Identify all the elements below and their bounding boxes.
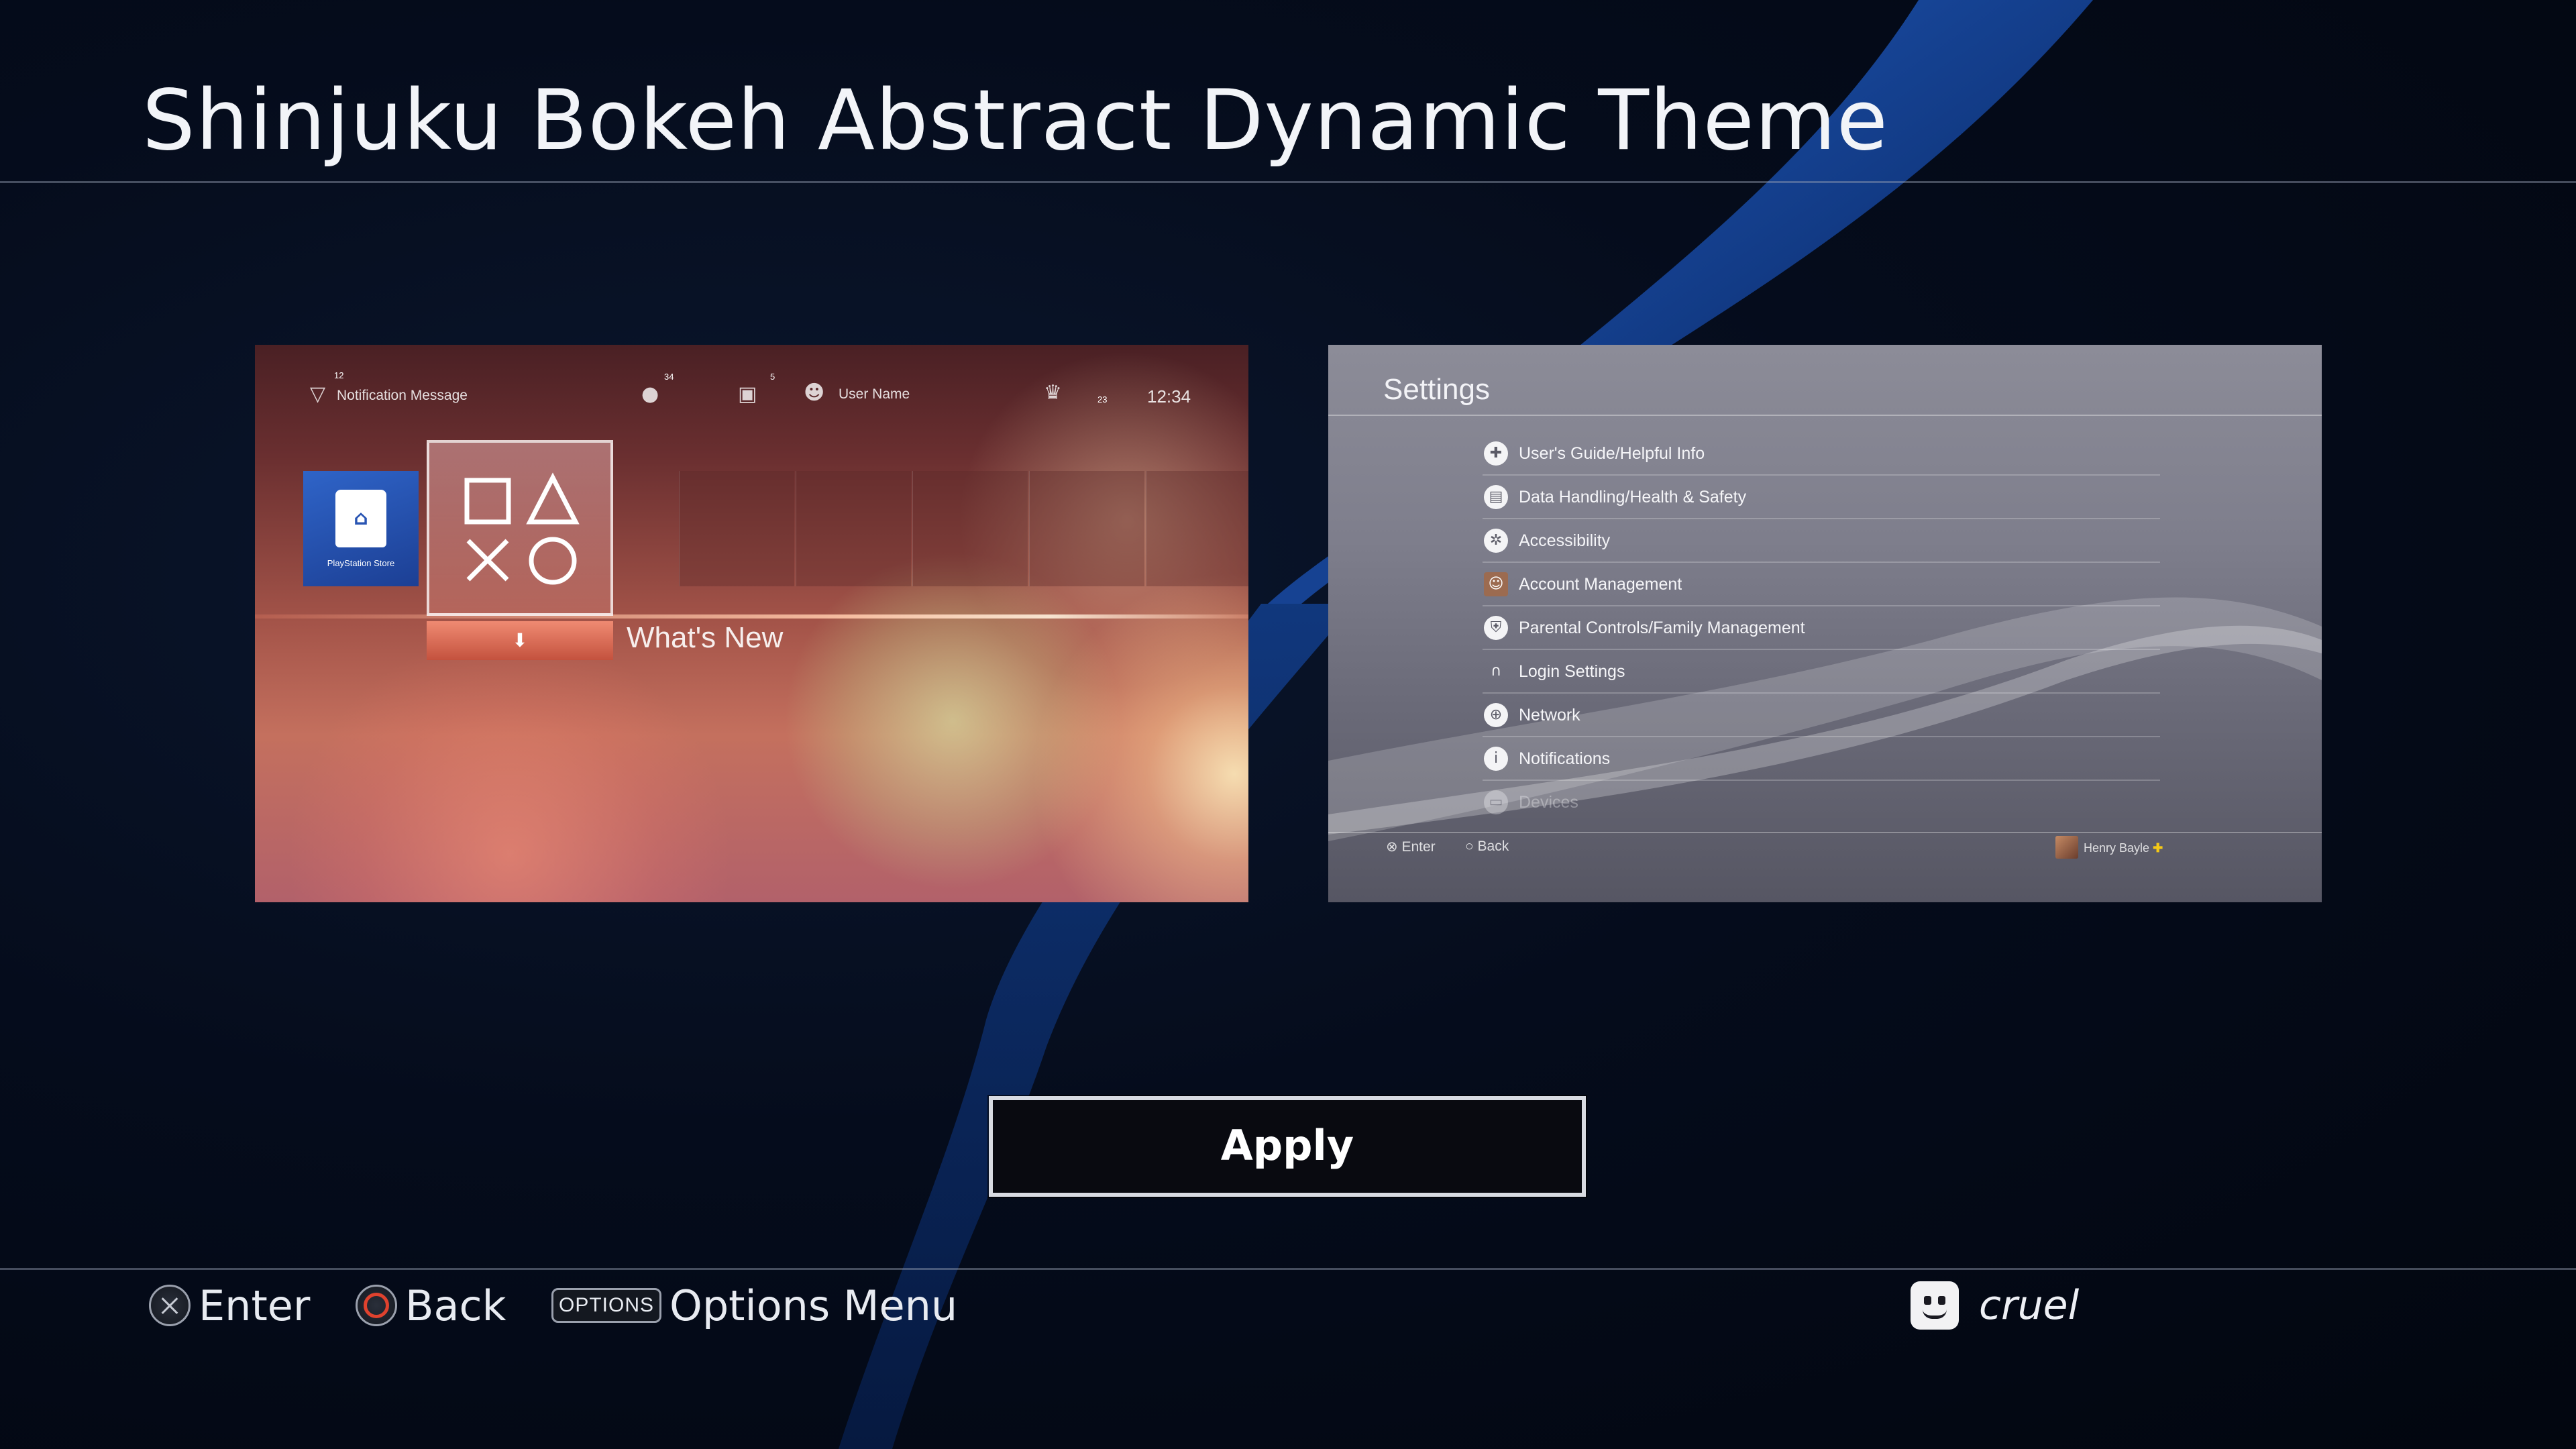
ps-plus-icon: ✚: [2153, 841, 2163, 855]
settings-item-label: Network: [1519, 706, 1580, 724]
friends-count: 34: [664, 372, 674, 382]
content-tile: [912, 471, 1028, 586]
notification-icon: ▽: [310, 382, 326, 406]
data-icon: ▤: [1484, 485, 1508, 509]
settings-footer-enter: ⊗ Enter: [1386, 839, 1436, 855]
settings-footer-enter-label: Enter: [1401, 839, 1436, 855]
hint-options-label: Options Menu: [669, 1281, 958, 1330]
store-bag-icon: ⌂: [335, 490, 386, 547]
settings-item-label: Login Settings: [1519, 662, 1625, 681]
content-tile: [1146, 471, 1248, 586]
settings-footer-user-name: Henry Bayle: [2084, 841, 2150, 855]
settings-item: ∩ Login Settings: [1483, 650, 2160, 694]
settings-item: ⊕ Network: [1483, 694, 2160, 737]
user-name-label: User Name: [839, 386, 910, 402]
store-label: PlayStation Store: [327, 558, 395, 568]
settings-item-label: User's Guide/Helpful Info: [1519, 444, 1705, 463]
clock: 12:34: [1147, 386, 1191, 407]
user-name: cruel: [1979, 1282, 2080, 1329]
messages-icon: ▣: [738, 382, 757, 406]
settings-item: i Notifications: [1483, 737, 2160, 781]
settings-item: ▭ Devices: [1483, 781, 2160, 824]
account-icon: ☺: [1484, 572, 1508, 596]
home-screen-preview: ▽ 12 Notification Message ● 34 ▣ 5 ☻ Use…: [255, 345, 1248, 902]
settings-item: ☺ Account Management: [1483, 563, 2160, 606]
devices-icon: ▭: [1484, 790, 1508, 814]
header-divider: [0, 181, 2576, 183]
user-avatar-icon: [1911, 1281, 1959, 1330]
selected-tile-bar: ⬇: [427, 621, 613, 660]
settings-item: ✲ Accessibility: [1483, 519, 2160, 563]
selected-item-label: What's New: [627, 621, 784, 654]
settings-item: ⛨ Parental Controls/Family Management: [1483, 606, 2160, 650]
settings-footer-divider: [1328, 832, 2322, 833]
wave-band-upper: [1543, 0, 2093, 376]
settings-item: ▤ Data Handling/Health & Safety: [1483, 476, 2160, 519]
messages-count: 5: [770, 372, 775, 382]
settings-item-label: Data Handling/Health & Safety: [1519, 488, 1747, 506]
settings-footer-back: ○ Back: [1465, 839, 1509, 854]
parental-icon: ⛨: [1484, 616, 1508, 640]
playstation-shapes-icon: [464, 472, 580, 585]
friends-icon: ●: [641, 382, 659, 406]
trophy-icon: ♛: [1044, 381, 1062, 405]
settings-user-avatar: [2055, 836, 2078, 859]
settings-item-label: Notifications: [1519, 749, 1611, 768]
settings-item-label: Account Management: [1519, 575, 1682, 594]
content-tile: [796, 471, 911, 586]
settings-item: ✚ User's Guide/Helpful Info: [1483, 432, 2160, 476]
settings-footer-user: Henry Bayle ✚: [2084, 841, 2163, 855]
settings-footer-back-label: Back: [1477, 839, 1509, 854]
hint-options: OPTIONS Options Menu: [551, 1281, 957, 1330]
options-button-icon: OPTIONS: [551, 1288, 662, 1323]
user-face-icon: ☻: [804, 381, 825, 405]
globe-icon: ⊕: [1484, 703, 1508, 727]
whats-new-tile: [427, 440, 613, 616]
login-icon: ∩: [1490, 663, 1502, 680]
content-tile: [679, 471, 794, 586]
cross-button-icon: [149, 1285, 191, 1326]
settings-title: Settings: [1383, 373, 1490, 406]
info-icon: i: [1484, 747, 1508, 771]
trophy-level: 23: [1097, 394, 1108, 405]
hint-back: Back: [356, 1281, 506, 1330]
footer-divider: [0, 1268, 2576, 1270]
settings-list: ✚ User's Guide/Helpful Info ▤ Data Handlin…: [1483, 432, 2160, 824]
theme-detail-screen: Shinjuku Bokeh Abstract Dynamic Theme ▽ …: [0, 0, 2576, 1449]
page-title: Shinjuku Bokeh Abstract Dynamic Theme: [142, 72, 1888, 169]
content-tile: [1029, 471, 1144, 586]
hint-enter-label: Enter: [199, 1281, 311, 1330]
settings-screen-preview: Settings ✚ User's Guide/Helpful Info ▤ Dat…: [1328, 345, 2322, 902]
highlight-glow-line: [255, 614, 1248, 619]
circle-button-icon: [356, 1285, 397, 1326]
accessibility-icon: ✲: [1484, 529, 1508, 553]
arrow-down-icon: ⬇: [512, 629, 528, 651]
help-icon: ✚: [1484, 441, 1508, 466]
notification-count: 12: [334, 370, 344, 380]
settings-item-label: Parental Controls/Family Management: [1519, 619, 1805, 637]
settings-item-label: Devices: [1519, 793, 1578, 812]
preview-status-bar: ▽ 12 Notification Message ● 34 ▣ 5 ☻ Use…: [255, 345, 1248, 445]
current-user: cruel: [1911, 1279, 2079, 1332]
hint-back-label: Back: [405, 1281, 506, 1330]
hint-enter: Enter: [149, 1281, 310, 1330]
notification-message: Notification Message: [337, 388, 468, 403]
apply-button[interactable]: Apply: [987, 1095, 1587, 1198]
settings-header-divider: [1328, 415, 2322, 416]
settings-item-label: Accessibility: [1519, 531, 1611, 550]
store-tile: ⌂ PlayStation Store: [303, 471, 419, 586]
